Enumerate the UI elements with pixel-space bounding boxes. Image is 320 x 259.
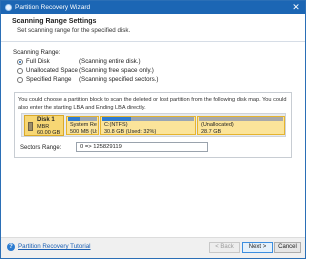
disk-size: 60.00 GB xyxy=(37,130,61,136)
partition-name: (Unallocated) xyxy=(201,122,234,128)
disk-name: Disk 1 xyxy=(37,117,55,123)
radio-full-disk[interactable]: Full Disk (Scanning entire disk.) xyxy=(17,58,267,67)
disk-icon xyxy=(28,122,33,131)
partition-name: System Rese xyxy=(70,122,97,128)
scanning-range-label: Scanning Range: xyxy=(13,49,61,56)
disk-1-block[interactable]: Disk 1 MBR 60.00 GB xyxy=(24,115,64,136)
radio-description: (Scanning free space only.) xyxy=(79,67,154,74)
partition-name: C:(NTFS) xyxy=(104,122,128,128)
radio-button-selected[interactable] xyxy=(17,59,23,65)
partition-recovery-tutorial-link[interactable]: Partition Recovery Tutorial xyxy=(18,243,91,250)
partition-unallocated[interactable]: (Unallocated) 28.7 GB xyxy=(197,116,285,135)
help-icon[interactable]: ? xyxy=(7,243,15,251)
wizard-footer: ? Partition Recovery Tutorial < Back Nex… xyxy=(1,237,305,258)
usage-bar xyxy=(199,117,283,121)
disk-map-panel: You could choose a partition block to sc… xyxy=(14,92,292,158)
partition-system-reserved[interactable]: System Rese 500 MB (Use xyxy=(66,116,99,135)
partition-info: 28.7 GB xyxy=(201,129,222,135)
radio-button[interactable] xyxy=(17,68,23,74)
partition-recovery-wizard-window: Partition Recovery Wizard ✕ Scanning Ran… xyxy=(0,0,306,259)
usage-bar xyxy=(102,117,194,121)
page-title: Scanning Range Settings xyxy=(12,18,97,25)
sectors-range-input[interactable] xyxy=(76,142,208,152)
radio-button[interactable] xyxy=(17,77,23,83)
disk-map: Disk 1 MBR 60.00 GB System Rese 500 MB (… xyxy=(21,113,286,137)
wizard-header: Scanning Range Settings Set scanning ran… xyxy=(1,14,305,42)
usage-bar-fill xyxy=(102,117,132,121)
radio-label: Specified Range xyxy=(26,76,72,83)
partition-info: 500 MB (Use xyxy=(70,129,97,135)
usage-bar-fill xyxy=(68,117,80,121)
radio-specified-range[interactable]: Specified Range (Scanning specified sect… xyxy=(17,76,267,85)
close-icon[interactable]: ✕ xyxy=(291,2,301,12)
radio-unallocated-space[interactable]: Unallocated Space (Scanning free space o… xyxy=(17,67,267,76)
back-button[interactable]: < Back xyxy=(209,242,240,253)
app-icon xyxy=(5,4,12,11)
radio-label: Unallocated Space xyxy=(26,67,78,74)
window-title: Partition Recovery Wizard xyxy=(15,4,91,11)
next-button[interactable]: Next > xyxy=(242,242,273,253)
page-subtitle: Set scanning range for the specified dis… xyxy=(17,27,131,34)
cancel-button[interactable]: Cancel xyxy=(274,242,301,253)
radio-description: (Scanning specified sectors.) xyxy=(79,76,159,83)
sectors-range-label: Sectors Range: xyxy=(20,145,62,151)
header-divider xyxy=(1,41,305,42)
radio-description: (Scanning entire disk.) xyxy=(79,58,141,65)
radio-label: Full Disk xyxy=(26,58,50,65)
usage-bar xyxy=(68,117,97,121)
partition-info: 30.8 GB (Used: 32%) xyxy=(104,129,157,135)
title-bar: Partition Recovery Wizard ✕ xyxy=(1,1,305,14)
disk-map-description: You could choose a partition block to sc… xyxy=(18,97,287,111)
partition-c-ntfs[interactable]: C:(NTFS) 30.8 GB (Used: 32%) xyxy=(100,116,196,135)
